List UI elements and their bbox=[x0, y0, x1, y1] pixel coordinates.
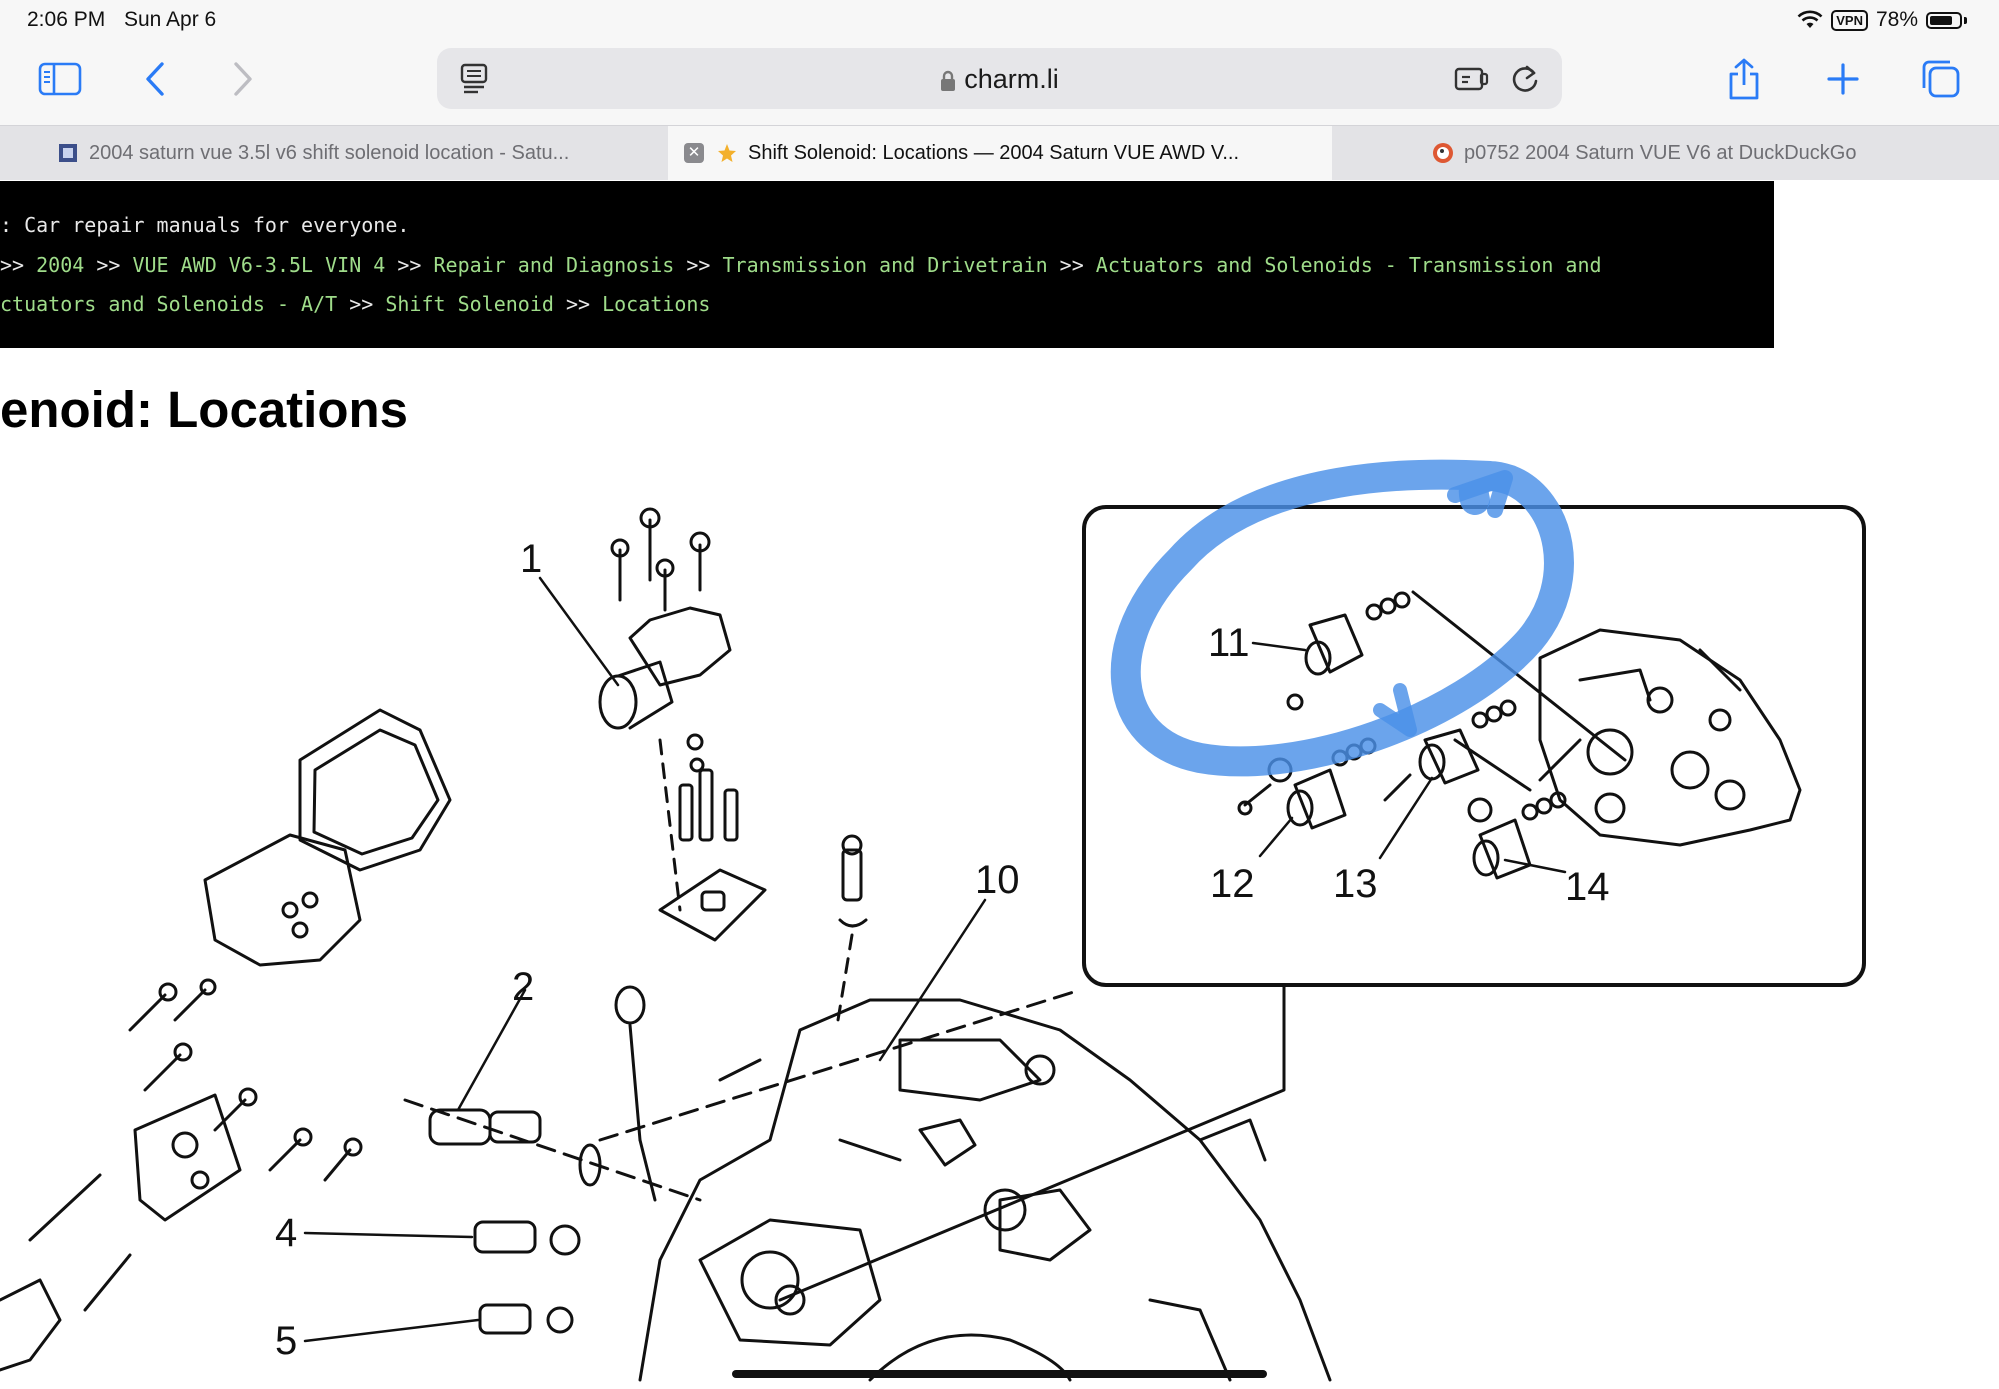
extension-icon[interactable] bbox=[1452, 62, 1490, 96]
callout-10: 10 bbox=[975, 858, 1020, 902]
breadcrumb-model[interactable]: VUE AWD V6-3.5L VIN 4 bbox=[132, 253, 385, 277]
tab-label: 2004 saturn vue 3.5l v6 shift solenoid l… bbox=[89, 141, 570, 164]
solenoid-location-diagram: 1 2 4 5 10 11 12 13 14 bbox=[0, 459, 1866, 1382]
blue-highlight-annotation bbox=[1110, 459, 1574, 777]
breadcrumb-repair[interactable]: Repair and Diagnosis bbox=[434, 253, 675, 277]
back-icon[interactable] bbox=[138, 58, 172, 100]
inset-valve-body bbox=[1538, 628, 1802, 847]
breadcrumb-separator: >> bbox=[337, 292, 386, 316]
address-bar[interactable]: charm.li bbox=[437, 48, 1562, 109]
breadcrumb-shift-solenoid[interactable]: Shift Solenoid bbox=[385, 292, 554, 316]
tab-label: p0752 2004 Saturn VUE V6 at DuckDuckGo bbox=[1464, 141, 1857, 164]
url-text: charm.li bbox=[964, 64, 1059, 94]
breadcrumb-separator: >> bbox=[553, 292, 603, 316]
tab-shift-solenoid[interactable]: ✕ Shift Solenoid: Locations — 2004 Satur… bbox=[668, 126, 1332, 180]
breadcrumb-transmission[interactable]: Transmission and Drivetrain bbox=[723, 253, 1048, 277]
tab-saturn-forum[interactable]: 2004 saturn vue 3.5l v6 shift solenoid l… bbox=[57, 126, 662, 180]
breadcrumb-locations[interactable]: Locations bbox=[602, 292, 710, 316]
forward-icon[interactable] bbox=[226, 58, 260, 100]
callout-2: 2 bbox=[512, 965, 534, 1009]
status-time: 2:06 PM bbox=[27, 8, 106, 31]
status-date: Sun Apr 6 bbox=[124, 8, 217, 31]
reload-icon[interactable] bbox=[1508, 62, 1542, 96]
breadcrumb-separator: >> bbox=[0, 253, 37, 277]
breadcrumb-actuators[interactable]: Actuators and Solenoids - Transmission a… bbox=[1096, 253, 1602, 277]
status-right: VPN 78% bbox=[1797, 7, 1967, 33]
battery-tip bbox=[1964, 16, 1967, 24]
callout-11: 11 bbox=[1208, 621, 1250, 665]
page-title: enoid: Locations bbox=[0, 381, 408, 438]
callout-12: 12 bbox=[1210, 862, 1255, 906]
breadcrumb-line-1: >> 2004 >> VUE AWD V6-3.5L VIN 4 >> Repa… bbox=[0, 253, 1602, 277]
solenoid-assembly-1 bbox=[598, 507, 767, 942]
forum-favicon-icon bbox=[59, 144, 77, 162]
wifi-icon bbox=[1797, 10, 1823, 28]
battery-percent: 78% bbox=[1875, 8, 1918, 31]
side-cover-parts bbox=[0, 708, 452, 1372]
transmission-housing bbox=[598, 988, 1332, 1382]
home-indicator[interactable] bbox=[732, 1370, 1267, 1378]
close-tab-icon[interactable]: ✕ bbox=[684, 143, 704, 163]
tab-bar: 2004 saturn vue 3.5l v6 shift solenoid l… bbox=[0, 125, 1999, 180]
battery-icon bbox=[1926, 11, 1962, 29]
callout-13: 13 bbox=[1333, 862, 1378, 906]
tabs-overview-icon[interactable] bbox=[1918, 56, 1964, 102]
breadcrumb-actuators-at[interactable]: ctuators and Solenoids - A/T bbox=[0, 292, 337, 316]
breadcrumb-year[interactable]: 2004 bbox=[36, 253, 84, 277]
callout-1: 1 bbox=[520, 537, 542, 581]
charm-favicon-icon bbox=[718, 144, 736, 162]
callout-leaders bbox=[303, 576, 1567, 1343]
status-bar: 2:06 PM Sun Apr 6 VPN 78% bbox=[0, 0, 1999, 40]
url-display[interactable]: charm.li bbox=[437, 64, 1562, 95]
sensor-part bbox=[836, 834, 868, 1022]
solenoids-2-4-5 bbox=[403, 1098, 702, 1335]
breadcrumb-separator: >> bbox=[1047, 253, 1096, 277]
inset-leader bbox=[778, 983, 1286, 1302]
tab-label: Shift Solenoid: Locations — 2004 Saturn … bbox=[748, 141, 1240, 164]
lock-icon bbox=[941, 70, 956, 91]
dipstick-part bbox=[614, 985, 657, 1202]
tab-duckduckgo[interactable]: p0752 2004 Saturn VUE V6 at DuckDuckGo bbox=[1432, 126, 1952, 180]
breadcrumb-separator: >> bbox=[674, 253, 723, 277]
callout-14: 14 bbox=[1565, 865, 1610, 909]
callout-4: 4 bbox=[275, 1211, 297, 1255]
site-header: : Car repair manuals for everyone. >> 20… bbox=[0, 181, 1774, 348]
sidebar-icon[interactable] bbox=[36, 58, 84, 100]
site-tagline: : Car repair manuals for everyone. bbox=[0, 213, 410, 237]
new-tab-icon[interactable] bbox=[1822, 58, 1864, 100]
browser-toolbar: charm.li bbox=[0, 40, 1999, 125]
breadcrumb-separator: >> bbox=[84, 253, 133, 277]
callout-5: 5 bbox=[275, 1319, 297, 1363]
breadcrumb-line-2: ctuators and Solenoids - A/T >> Shift So… bbox=[0, 292, 710, 316]
duckduckgo-favicon-icon bbox=[1433, 143, 1453, 163]
share-icon[interactable] bbox=[1722, 54, 1766, 104]
vpn-badge: VPN bbox=[1831, 9, 1868, 31]
breadcrumb-separator: >> bbox=[385, 253, 434, 277]
